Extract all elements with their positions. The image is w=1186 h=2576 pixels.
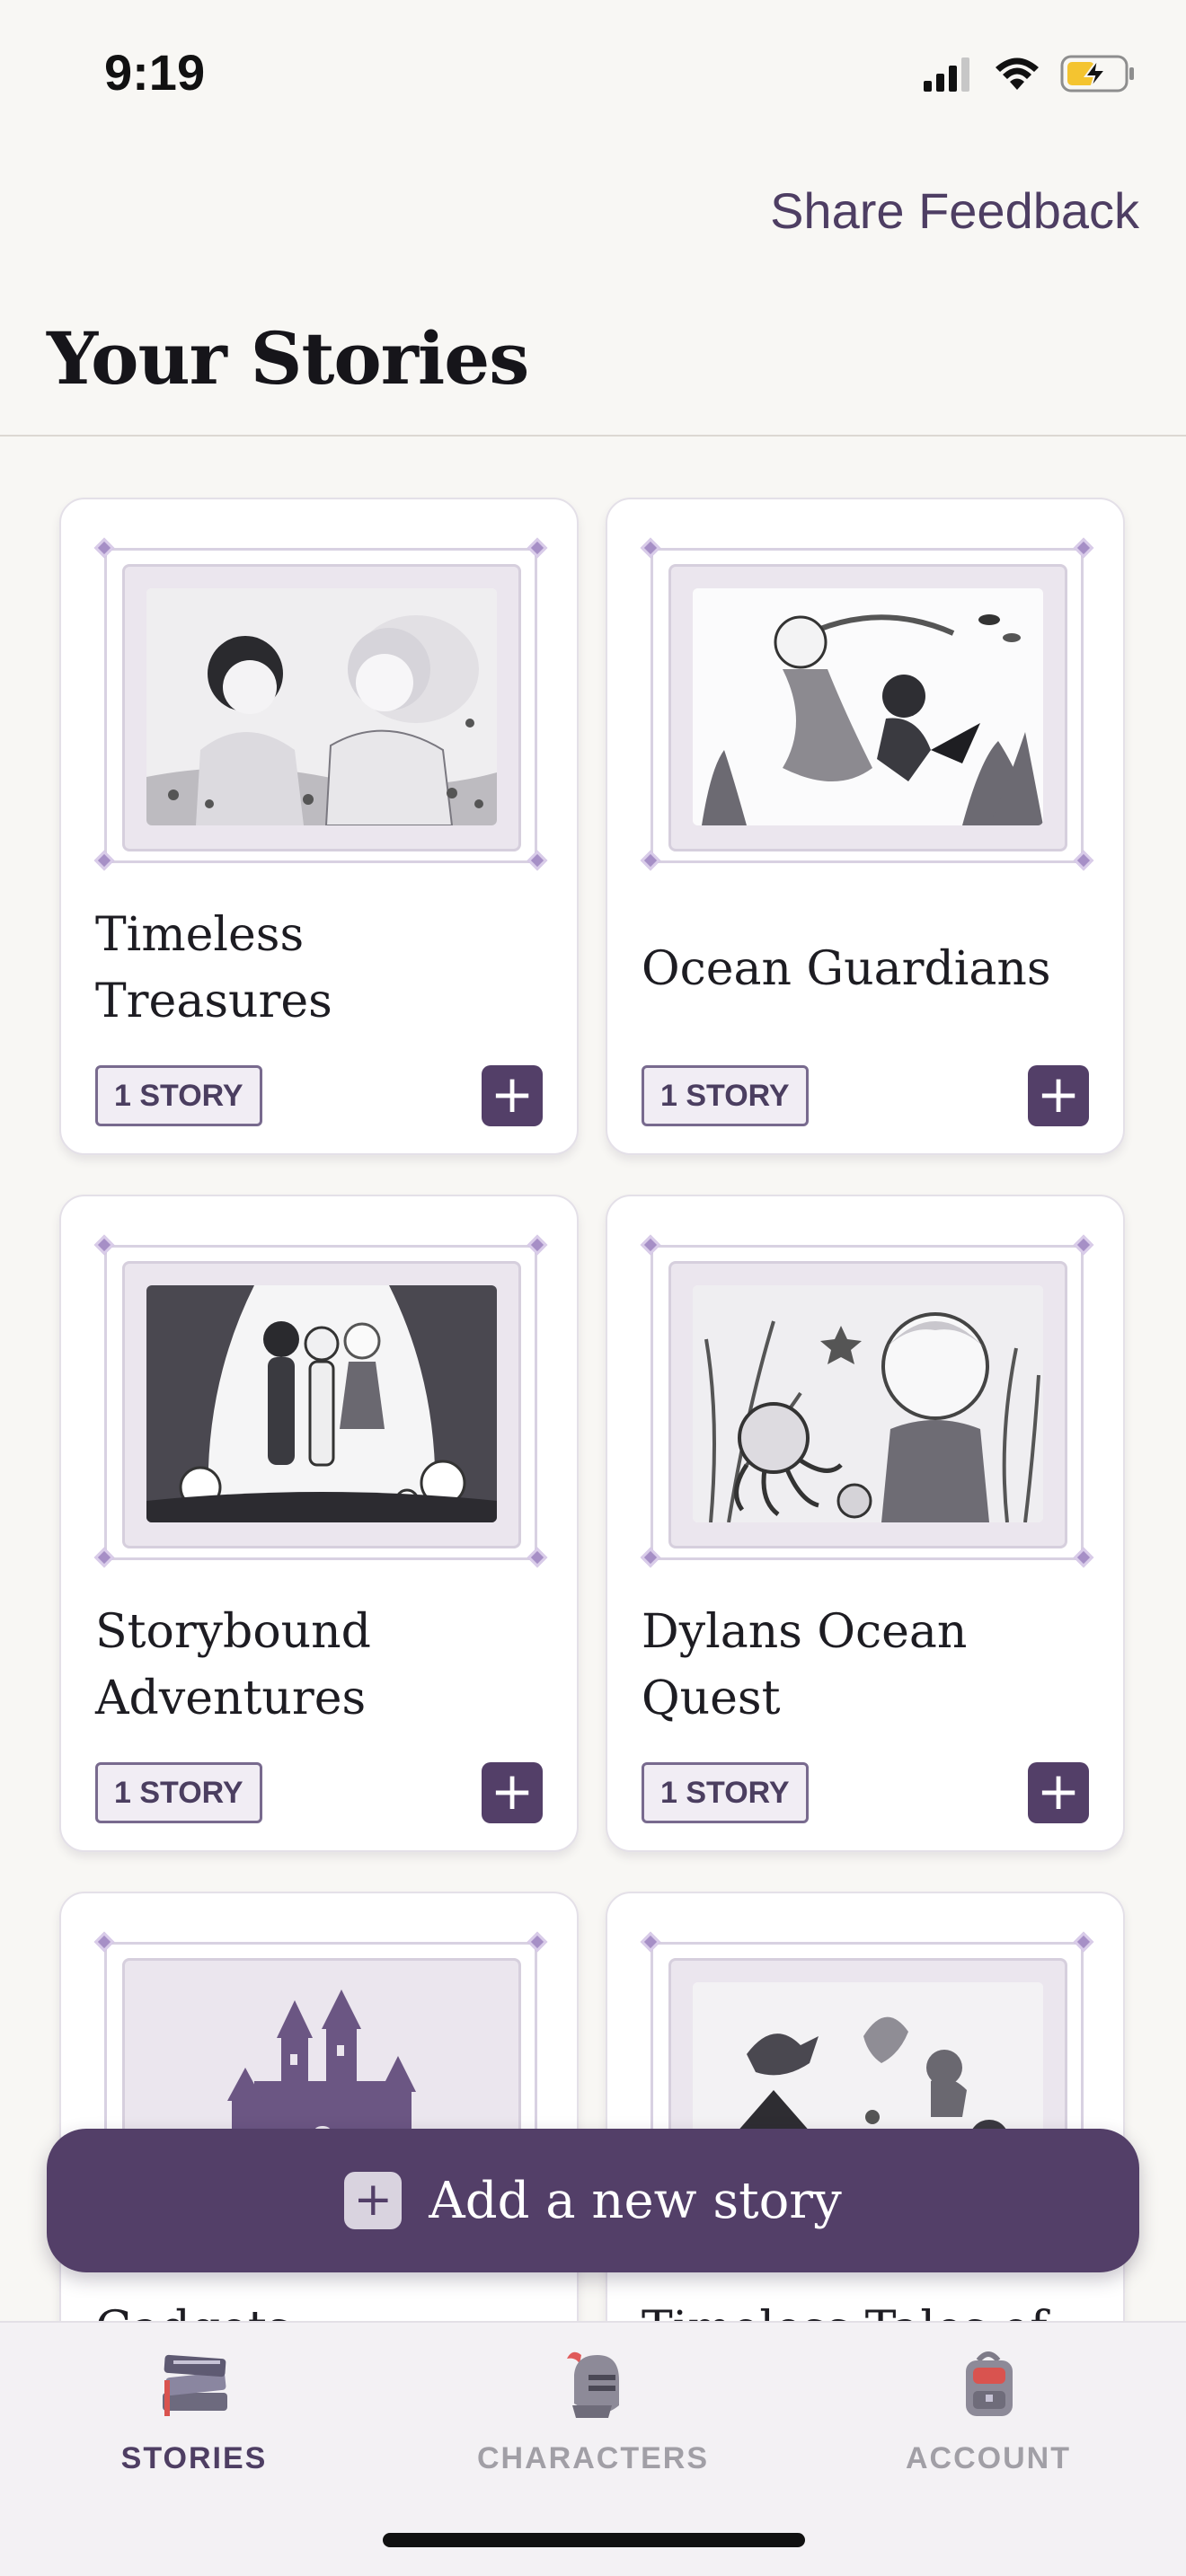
card-frame (93, 537, 548, 871)
plus-icon: + (344, 2172, 403, 2229)
status-time: 9:19 (104, 44, 206, 101)
story-title: Timeless Treasures (95, 908, 332, 1028)
story-title: Ocean Guardians (642, 942, 1051, 996)
wifi-icon (994, 56, 1040, 96)
add-chapter-button[interactable]: + (482, 1065, 543, 1126)
story-card-timeless-treasures[interactable]: Timeless Treasures 1 STORY + (59, 498, 579, 1155)
story-title: Storybound Adventures (95, 1605, 371, 1725)
share-feedback-link[interactable]: Share Feedback (770, 181, 1139, 240)
nav-tab-characters[interactable]: CHARACTERS (431, 2348, 755, 2476)
cellular-signal-icon (924, 56, 974, 96)
add-chapter-button[interactable]: + (1028, 1762, 1089, 1823)
status-bar: 9:19 (0, 0, 1186, 135)
story-card-dylans-ocean-quest[interactable]: Dylans Ocean Quest 1 STORY + (606, 1195, 1125, 1852)
story-title: Dylans Ocean Quest (642, 1605, 968, 1725)
nav-tab-account[interactable]: ACCOUNT (827, 2348, 1150, 2476)
stories-screen: 9:19 Share Feedback Your Stories Timeles… (0, 0, 1186, 2576)
story-count-badge: 1 STORY (95, 1065, 262, 1126)
status-icons (924, 54, 1136, 97)
nav-tab-stories[interactable]: STORIES (32, 2348, 356, 2476)
story-count-badge: 1 STORY (642, 1065, 809, 1126)
backpack-icon (950, 2348, 1027, 2420)
story-count-badge: 1 STORY (95, 1762, 262, 1823)
story-count-badge: 1 STORY (642, 1762, 809, 1823)
story-illustration (146, 588, 497, 825)
books-icon (155, 2348, 233, 2420)
knight-helmet-icon (554, 2348, 632, 2420)
card-frame (640, 1234, 1094, 1568)
story-illustration (693, 1285, 1043, 1522)
card-frame (93, 1234, 548, 1568)
page-title: Your Stories (47, 316, 529, 401)
header-divider (0, 435, 1186, 437)
nav-label-characters: CHARACTERS (477, 2441, 709, 2475)
battery-charging-icon (1060, 54, 1136, 98)
add-chapter-button[interactable]: + (1028, 1065, 1089, 1126)
nav-label-account: ACCOUNT (906, 2441, 1071, 2475)
add-new-story-button[interactable]: + Add a new story (47, 2129, 1139, 2272)
story-illustration (146, 1285, 497, 1522)
story-card-ocean-guardians[interactable]: Ocean Guardians 1 STORY + (606, 498, 1125, 1155)
nav-label-stories: STORIES (120, 2441, 268, 2475)
story-card-storybound-adventures[interactable]: Storybound Adventures 1 STORY + (59, 1195, 579, 1852)
card-frame (640, 537, 1094, 871)
add-chapter-button[interactable]: + (482, 1762, 543, 1823)
add-new-story-label: Add a new story (429, 2171, 842, 2230)
home-indicator (383, 2533, 805, 2547)
story-illustration (693, 588, 1043, 825)
